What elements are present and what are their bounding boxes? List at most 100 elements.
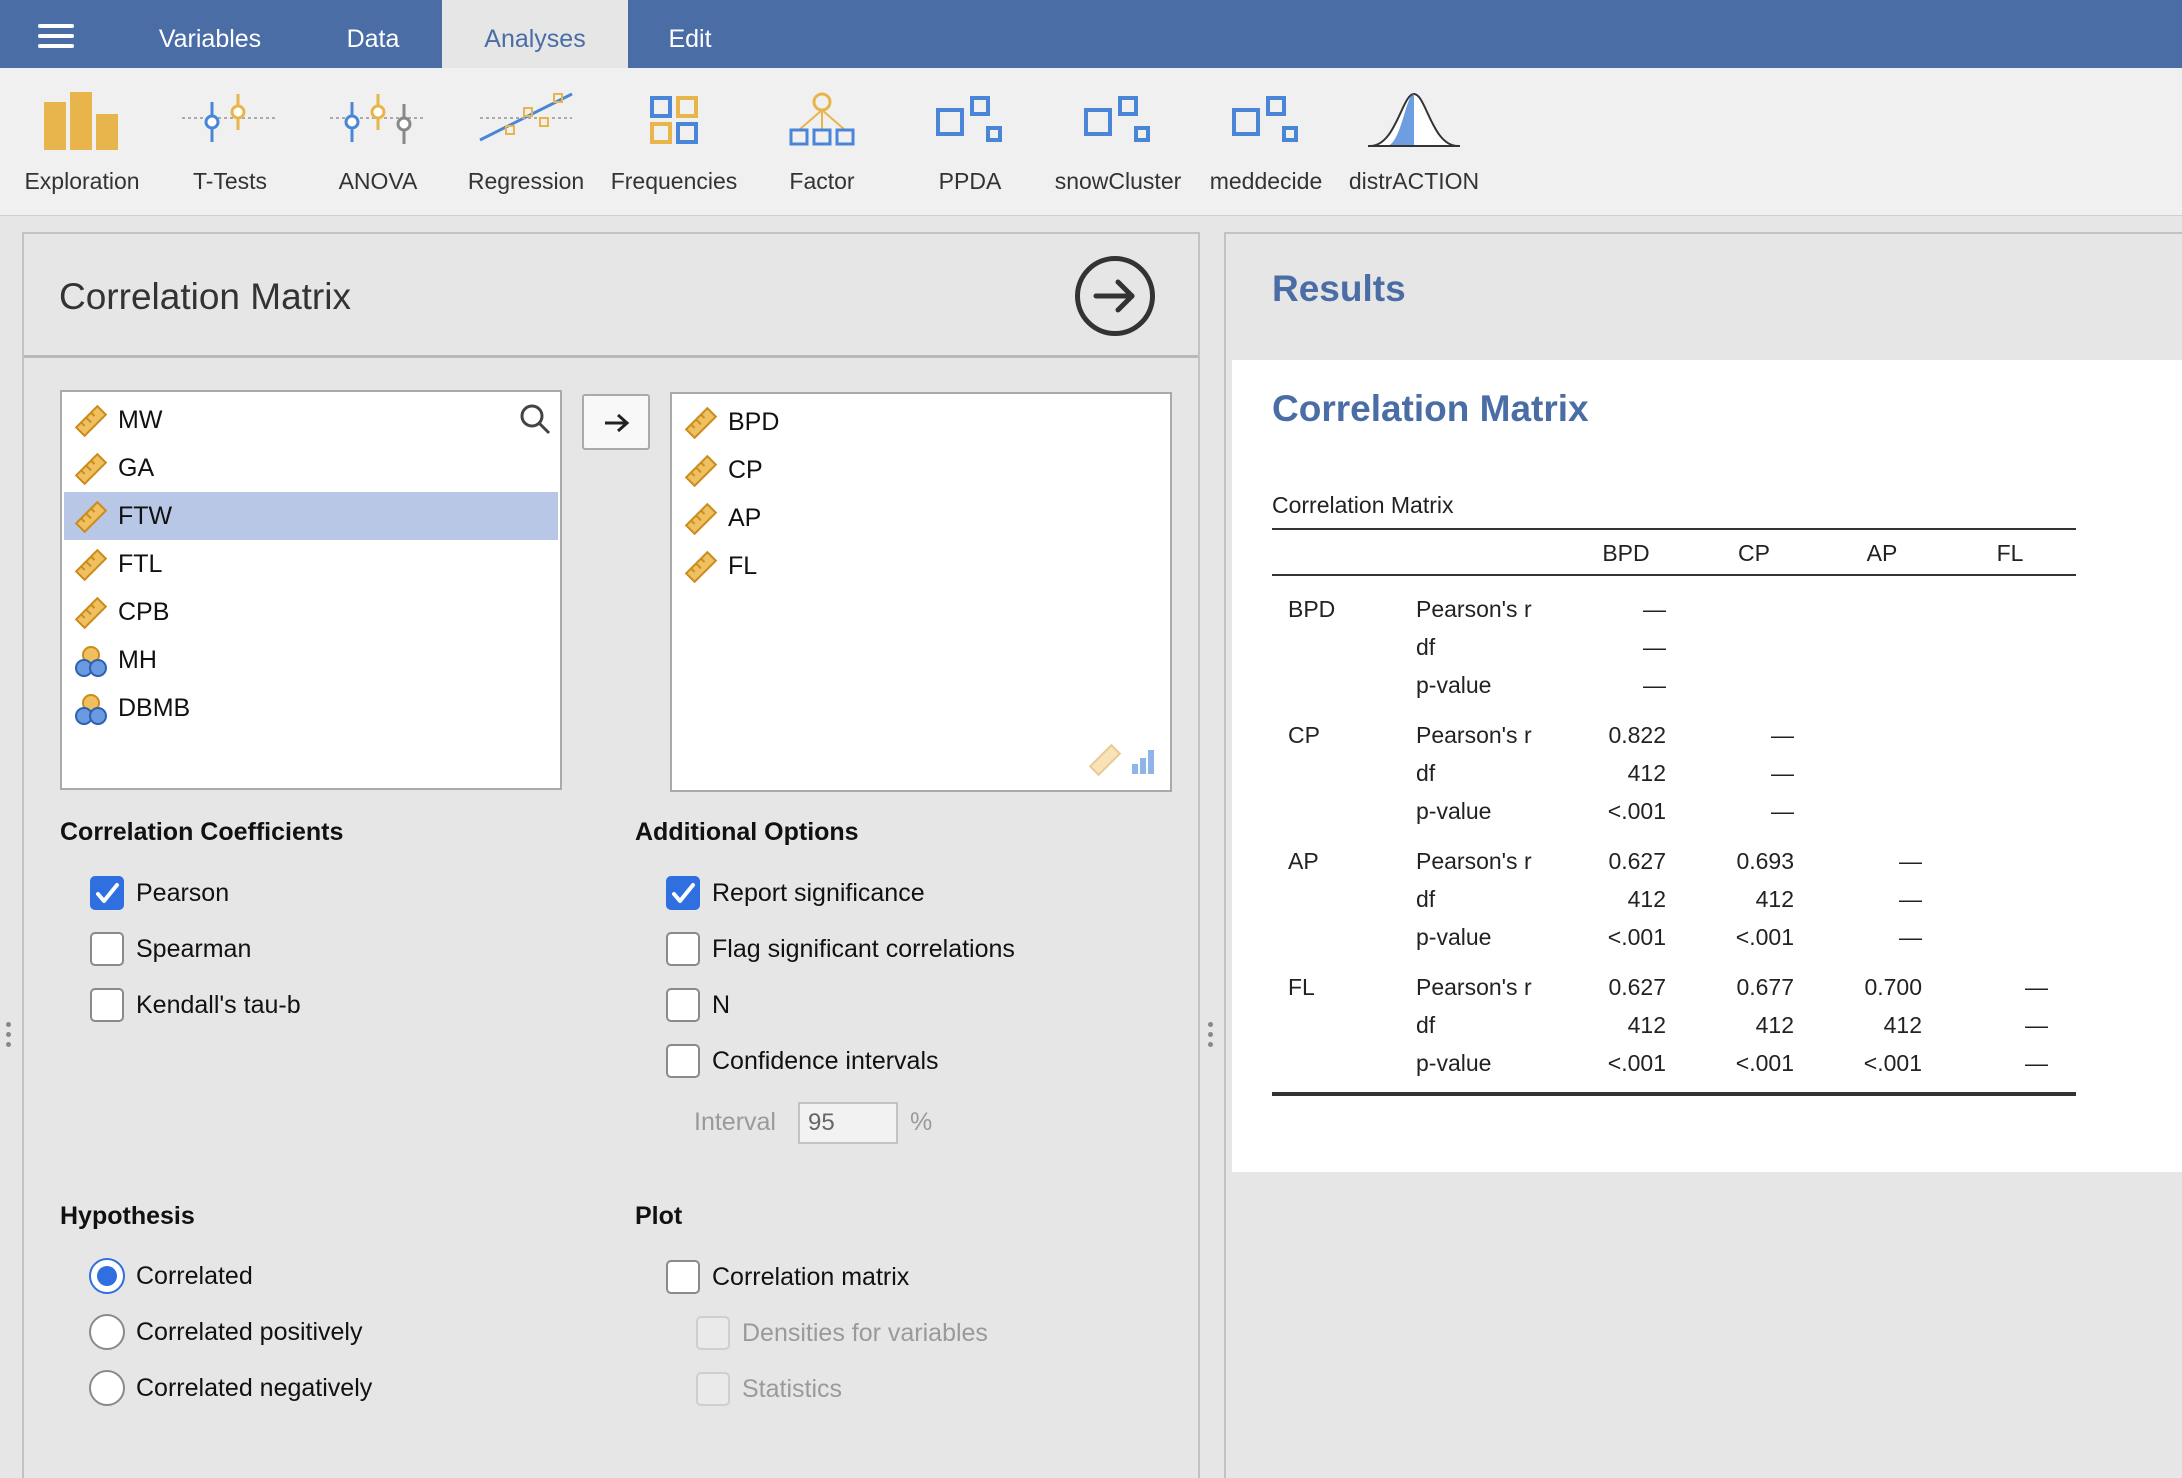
frequencies-button[interactable]: Frequencies: [600, 90, 748, 210]
tab-variables[interactable]: Variables: [130, 0, 290, 68]
table-cell: —: [1771, 798, 1794, 824]
kendall-tau-b-checkbox[interactable]: [90, 988, 124, 1022]
interval-label: Interval: [694, 1108, 776, 1136]
table-cell: 412: [1627, 886, 1666, 912]
correlated-positively-radio[interactable]: [89, 1314, 125, 1350]
factor-label: Factor: [789, 168, 855, 194]
table-cell: —: [1899, 886, 1922, 912]
meddecide-icon: [1232, 96, 1298, 142]
stat-label: Pearson's r: [1416, 848, 1532, 874]
row-label: CP: [1288, 722, 1320, 748]
variable-item-ga[interactable]: GA: [64, 444, 558, 492]
regression-button[interactable]: Regression: [452, 90, 600, 210]
stat-label: df: [1416, 1012, 1436, 1038]
move-variable-button[interactable]: [582, 394, 650, 450]
table-cell: —: [1643, 596, 1666, 622]
densities-checkbox[interactable]: [696, 1316, 730, 1350]
table-cell: 0.677: [1736, 974, 1794, 1000]
analysis-options-panel: Correlation Matrix MW GA FTW FTL CPB MH …: [22, 232, 1200, 1478]
flag-significant-checkbox[interactable]: [666, 932, 700, 966]
tab-edit[interactable]: Edit: [640, 0, 740, 68]
confidence-intervals-label: Confidence intervals: [712, 1047, 939, 1075]
continuous-variable-icon: [74, 500, 108, 534]
statistics-checkbox[interactable]: [696, 1372, 730, 1406]
spearman-label: Spearman: [136, 935, 252, 963]
correlation-coefficients-heading: Correlation Coefficients: [60, 818, 344, 846]
report-significance-checkbox[interactable]: [666, 876, 700, 910]
left-resize-handle[interactable]: [6, 1022, 12, 1062]
anova-icon: [330, 94, 426, 144]
row-label: FL: [1288, 974, 1315, 1000]
selected-item-cp[interactable]: CP: [674, 446, 1168, 494]
selected-item-bpd[interactable]: BPD: [674, 398, 1168, 446]
meddecide-label: meddecide: [1209, 168, 1323, 194]
continuous-variable-icon: [74, 452, 108, 486]
run-arrow-button[interactable]: [1075, 256, 1155, 336]
anova-label: ANOVA: [338, 168, 418, 194]
correlated-radio[interactable]: [89, 1258, 125, 1294]
variable-label: BPD: [728, 408, 780, 436]
variable-item-dbmb[interactable]: DBMB: [64, 684, 558, 732]
table-caption: Correlation Matrix: [1272, 492, 1454, 518]
table-cell: <.001: [1607, 1050, 1666, 1076]
table-cell: 0.700: [1864, 974, 1922, 1000]
spearman-checkbox[interactable]: [90, 932, 124, 966]
selected-item-ap[interactable]: AP: [674, 494, 1168, 542]
interval-input[interactable]: [798, 1102, 898, 1144]
selected-item-fl[interactable]: FL: [674, 542, 1168, 590]
column-header: AP: [1866, 540, 1898, 566]
stat-label: df: [1416, 886, 1436, 912]
pearson-checkbox[interactable]: [90, 876, 124, 910]
selected-variables-list[interactable]: BPD CP AP FL: [670, 392, 1172, 792]
continuous-variable-icon: [684, 454, 718, 488]
ppda-button[interactable]: PPDA: [896, 90, 1044, 210]
stat-label: p-value: [1416, 672, 1492, 698]
correlation-matrix-plot-checkbox[interactable]: [666, 1260, 700, 1294]
variable-item-mw[interactable]: MW: [64, 396, 558, 444]
variable-item-ftl[interactable]: FTL: [64, 540, 558, 588]
column-header: CP: [1738, 540, 1770, 566]
anova-button[interactable]: ANOVA: [304, 90, 452, 210]
column-header: FL: [1996, 540, 2024, 566]
available-variables-list[interactable]: MW GA FTW FTL CPB MH DBMB: [60, 390, 562, 790]
factor-button[interactable]: Factor: [748, 90, 896, 210]
table-cell: 0.693: [1736, 848, 1794, 874]
confidence-intervals-checkbox[interactable]: [666, 1044, 700, 1078]
ppda-label: PPDA: [938, 168, 1002, 194]
table-cell: 412: [1755, 886, 1794, 912]
regression-icon: [479, 92, 573, 142]
distraction-button[interactable]: distrACTION: [1340, 90, 1488, 210]
correlation-matrix-plot-label: Correlation matrix: [712, 1263, 910, 1291]
correlated-negatively-radio[interactable]: [89, 1370, 125, 1406]
stat-label: Pearson's r: [1416, 974, 1532, 1000]
tab-analyses[interactable]: Analyses: [442, 0, 628, 68]
table-cell: —: [1643, 672, 1666, 698]
options-header: Correlation Matrix: [24, 234, 1198, 358]
table-cell: 412: [1755, 1012, 1794, 1038]
stat-label: df: [1416, 760, 1436, 786]
hamburger-menu-icon[interactable]: [38, 24, 74, 50]
column-header: BPD: [1602, 540, 1650, 566]
meddecide-button[interactable]: meddecide: [1192, 90, 1340, 210]
correlated-label: Correlated: [136, 1262, 253, 1290]
stat-label: p-value: [1416, 1050, 1492, 1076]
nominal-variable-icon: [75, 694, 107, 725]
stat-label: p-value: [1416, 798, 1492, 824]
t-tests-button[interactable]: T-Tests: [156, 90, 304, 210]
regression-label: Regression: [467, 168, 585, 194]
variable-item-ftw[interactable]: FTW: [64, 492, 558, 540]
table-cell: —: [1899, 848, 1922, 874]
variable-item-mh[interactable]: MH: [64, 636, 558, 684]
panel-splitter-handle[interactable]: [1208, 1022, 1214, 1062]
tab-data[interactable]: Data: [310, 0, 436, 68]
n-checkbox[interactable]: [666, 988, 700, 1022]
continuous-variable-icon: [684, 550, 718, 584]
variable-item-cpb[interactable]: CPB: [64, 588, 558, 636]
factor-icon: [789, 92, 855, 146]
exploration-button[interactable]: Exploration: [8, 90, 156, 210]
snowcluster-button[interactable]: snowCluster: [1044, 90, 1192, 210]
continuous-variable-icon: [684, 406, 718, 440]
results-section-title: Correlation Matrix: [1272, 388, 1589, 429]
allowed-types-icon: [1088, 743, 1154, 777]
table-cell: <.001: [1735, 924, 1794, 950]
